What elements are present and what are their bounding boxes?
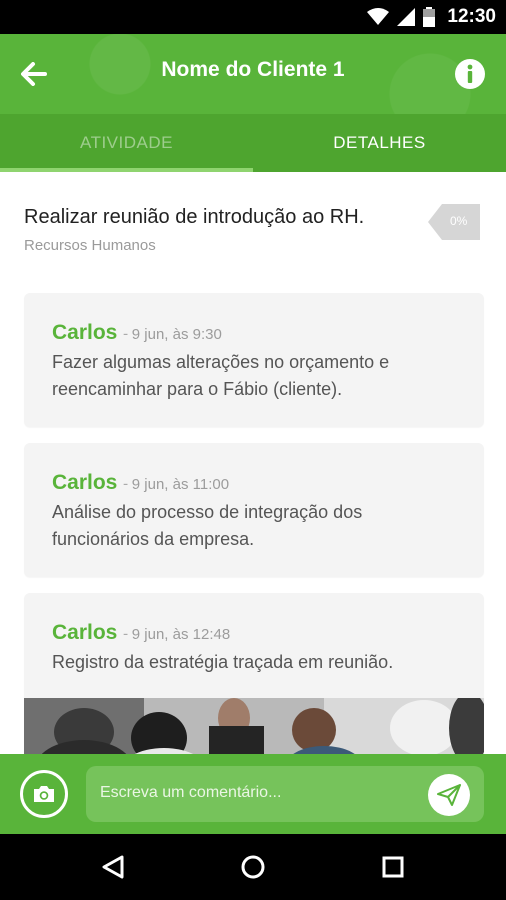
camera-icon: [34, 786, 54, 802]
comment-author: Carlos: [52, 471, 118, 494]
nav-back-icon: [102, 855, 124, 879]
status-bar: 12:30: [0, 0, 506, 34]
nav-home-button[interactable]: [238, 852, 268, 882]
wifi-icon: [367, 8, 390, 25]
comment-card: Carlos - 9 jun, às 11:00 Análise do proc…: [24, 443, 484, 577]
comment-time: 9 jun, às 9:30: [131, 326, 222, 343]
nav-recents-button[interactable]: [378, 852, 408, 882]
battery-icon: [423, 7, 436, 27]
task-category: Recursos Humanos: [24, 237, 156, 254]
comment-time: 9 jun, às 11:00: [131, 476, 230, 493]
info-button[interactable]: [454, 58, 486, 90]
comment-card: Carlos - 9 jun, às 12:48 Registro da est…: [24, 593, 484, 770]
tab-bar: ATIVIDADE DETALHES: [0, 114, 506, 172]
tab-atividade[interactable]: ATIVIDADE: [0, 114, 253, 172]
comment-text: Registro da estratégia traçada em reuniã…: [52, 652, 394, 672]
comment-placeholder: Escreva um comentário...: [100, 784, 282, 801]
progress-badge: 0%: [428, 204, 480, 240]
status-time: 12:30: [447, 6, 496, 27]
tab-atividade-label: ATIVIDADE: [80, 133, 173, 152]
separator: -: [123, 324, 128, 343]
tab-detalhes[interactable]: DETALHES: [253, 114, 506, 172]
page-title: Nome do Cliente 1: [161, 58, 345, 81]
tab-detalhes-label: DETALHES: [333, 133, 426, 152]
tab-indicator: [0, 168, 253, 172]
progress-value: 0%: [450, 214, 468, 228]
task-header: Realizar reunião de introdução ao RH. Re…: [24, 206, 484, 254]
separator: -: [123, 624, 128, 643]
info-icon: [455, 59, 485, 89]
comment-list: Carlos - 9 jun, às 9:30 Fazer algumas al…: [24, 293, 484, 786]
comment-text: Fazer algumas alterações no orçamento e …: [52, 352, 390, 399]
comment-bar: Escreva um comentário...: [0, 754, 506, 834]
task-title: Realizar reunião de introdução ao RH.: [24, 206, 365, 228]
comment-time: 9 jun, às 12:48: [131, 626, 231, 643]
camera-button[interactable]: [20, 770, 68, 818]
comment-author: Carlos: [52, 621, 118, 644]
app-bar: Nome do Cliente 1: [0, 34, 506, 114]
nav-recents-icon: [382, 856, 404, 878]
comment-author: Carlos: [52, 321, 118, 344]
system-nav-bar: [0, 834, 506, 900]
comment-card: Carlos - 9 jun, às 9:30 Fazer algumas al…: [24, 293, 484, 427]
comment-text: Análise do processo de integração dos fu…: [52, 502, 363, 549]
nav-home-icon: [241, 855, 265, 879]
nav-back-button[interactable]: [98, 852, 128, 882]
signal-icon: [397, 8, 416, 26]
separator: -: [123, 474, 128, 493]
send-button[interactable]: [428, 774, 470, 816]
send-icon: [437, 784, 461, 806]
